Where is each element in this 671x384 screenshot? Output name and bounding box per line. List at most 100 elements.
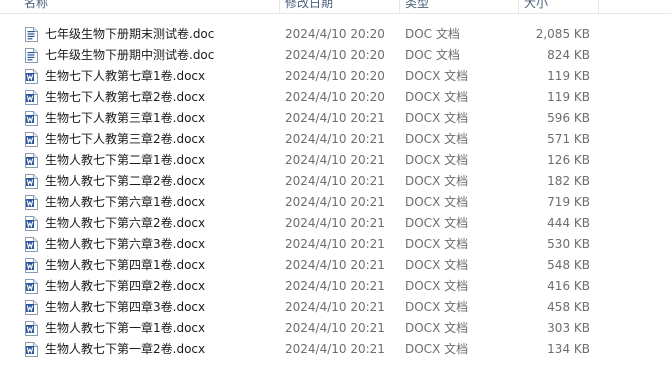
column-divider[interactable] xyxy=(518,0,519,13)
file-modified-date: 2024/4/10 20:21 xyxy=(285,237,385,251)
file-size: 2,085 KB xyxy=(535,27,590,41)
file-row[interactable]: 生物七下人教第七章1卷.docx 2024/4/10 20:20 DOCX 文档 11… xyxy=(0,66,671,87)
file-type: DOCX 文档 xyxy=(405,195,469,209)
word-document-icon xyxy=(25,321,38,336)
file-name: 生物七下人教第三章1卷.docx xyxy=(45,111,206,125)
file-name: 生物七下人教第三章2卷.docx xyxy=(45,132,206,146)
file-modified-date: 2024/4/10 20:21 xyxy=(285,216,385,230)
file-modified-date: 2024/4/10 20:21 xyxy=(285,153,385,167)
file-size: 719 KB xyxy=(547,195,590,209)
file-modified-date: 2024/4/10 20:21 xyxy=(285,342,385,356)
file-row[interactable]: 生物人教七下第四章2卷.docx 2024/4/10 20:21 DOCX 文档 41… xyxy=(0,276,671,297)
column-divider[interactable] xyxy=(399,0,400,13)
file-row[interactable]: 生物七下人教第七章2卷.docx 2024/4/10 20:20 DOCX 文档 11… xyxy=(0,87,671,108)
file-modified-date: 2024/4/10 20:20 xyxy=(285,90,385,104)
file-row[interactable]: 七年级生物下册期中测试卷.doc 2024/4/10 20:20 DOC 文档 824… xyxy=(0,45,671,66)
word-document-icon xyxy=(25,216,38,231)
file-row[interactable]: 生物人教七下第二章2卷.docx 2024/4/10 20:21 DOCX 文档 18… xyxy=(0,171,671,192)
file-row[interactable]: 生物人教七下第六章3卷.docx 2024/4/10 20:21 DOCX 文档 53… xyxy=(0,234,671,255)
file-row[interactable]: 生物人教七下第一章1卷.docx 2024/4/10 20:21 DOCX 文档 30… xyxy=(0,318,671,339)
file-modified-date: 2024/4/10 20:21 xyxy=(285,321,385,335)
file-type: DOCX 文档 xyxy=(405,111,469,125)
file-name: 生物人教七下第六章3卷.docx xyxy=(45,237,206,251)
file-size: 458 KB xyxy=(547,300,590,314)
file-list-view: 名称 修改日期 类型 大小 七年级生物下册期末测试卷.doc 2024/4/10 … xyxy=(0,0,671,384)
file-row[interactable]: 生物人教七下第四章3卷.docx 2024/4/10 20:21 DOCX 文档 45… xyxy=(0,297,671,318)
file-type: DOCX 文档 xyxy=(405,342,469,356)
file-name: 生物人教七下第六章2卷.docx xyxy=(45,216,206,230)
word-document-icon xyxy=(25,111,38,126)
file-modified-date: 2024/4/10 20:21 xyxy=(285,174,385,188)
column-divider[interactable] xyxy=(598,0,599,13)
word-document-icon xyxy=(25,279,38,294)
file-type: DOCX 文档 xyxy=(405,300,469,314)
file-row[interactable]: 生物人教七下第六章2卷.docx 2024/4/10 20:21 DOCX 文档 44… xyxy=(0,213,671,234)
file-modified-date: 2024/4/10 20:21 xyxy=(285,111,385,125)
word-document-icon xyxy=(25,27,38,42)
file-modified-date: 2024/4/10 20:21 xyxy=(285,279,385,293)
file-type: DOCX 文档 xyxy=(405,321,469,335)
file-size: 571 KB xyxy=(547,132,590,146)
file-size: 303 KB xyxy=(547,321,590,335)
file-name: 生物人教七下第六章1卷.docx xyxy=(45,195,206,209)
file-size: 596 KB xyxy=(547,111,590,125)
word-document-icon xyxy=(25,153,38,168)
file-name: 生物人教七下第二章1卷.docx xyxy=(45,153,206,167)
file-row[interactable]: 生物人教七下第一章2卷.docx 2024/4/10 20:21 DOCX 文档 13… xyxy=(0,339,671,360)
column-header: 名称 修改日期 类型 大小 xyxy=(0,0,671,14)
word-document-icon xyxy=(25,90,38,105)
file-rows: 七年级生物下册期末测试卷.doc 2024/4/10 20:20 DOC 文档 2,0… xyxy=(0,24,671,360)
file-modified-date: 2024/4/10 20:20 xyxy=(285,69,385,83)
file-type: DOCX 文档 xyxy=(405,153,469,167)
file-modified-date: 2024/4/10 20:21 xyxy=(285,300,385,314)
word-document-icon xyxy=(25,174,38,189)
word-document-icon xyxy=(25,195,38,210)
word-document-icon xyxy=(25,48,38,63)
file-size: 416 KB xyxy=(547,279,590,293)
file-name: 生物人教七下第一章2卷.docx xyxy=(45,342,206,356)
file-name: 七年级生物下册期中测试卷.doc xyxy=(45,48,215,62)
file-name: 生物七下人教第七章2卷.docx xyxy=(45,90,206,104)
column-header-size[interactable]: 大小 xyxy=(524,0,548,13)
file-type: DOCX 文档 xyxy=(405,90,469,104)
file-size: 182 KB xyxy=(547,174,590,188)
file-type: DOCX 文档 xyxy=(405,279,469,293)
word-document-icon xyxy=(25,342,38,357)
file-name: 生物人教七下第四章1卷.docx xyxy=(45,258,206,272)
file-size: 119 KB xyxy=(547,90,590,104)
word-document-icon xyxy=(25,237,38,252)
file-row[interactable]: 七年级生物下册期末测试卷.doc 2024/4/10 20:20 DOC 文档 2,0… xyxy=(0,24,671,45)
column-header-name[interactable]: 名称 xyxy=(24,0,48,13)
word-document-icon xyxy=(25,132,38,147)
file-modified-date: 2024/4/10 20:20 xyxy=(285,48,385,62)
file-modified-date: 2024/4/10 20:21 xyxy=(285,258,385,272)
file-name: 生物人教七下第四章3卷.docx xyxy=(45,300,206,314)
file-type: DOCX 文档 xyxy=(405,174,469,188)
file-modified-date: 2024/4/10 20:21 xyxy=(285,132,385,146)
file-size: 119 KB xyxy=(547,69,590,83)
file-modified-date: 2024/4/10 20:20 xyxy=(285,27,385,41)
file-size: 530 KB xyxy=(547,237,590,251)
word-document-icon xyxy=(25,258,38,273)
file-type: DOCX 文档 xyxy=(405,69,469,83)
file-type: DOC 文档 xyxy=(405,27,460,41)
column-header-date[interactable]: 修改日期 xyxy=(285,0,333,13)
file-size: 126 KB xyxy=(547,153,590,167)
column-header-type[interactable]: 类型 xyxy=(405,0,429,13)
column-divider[interactable] xyxy=(279,0,280,13)
file-row[interactable]: 生物人教七下第二章1卷.docx 2024/4/10 20:21 DOCX 文档 12… xyxy=(0,150,671,171)
file-row[interactable]: 生物人教七下第六章1卷.docx 2024/4/10 20:21 DOCX 文档 71… xyxy=(0,192,671,213)
file-type: DOCX 文档 xyxy=(405,216,469,230)
file-row[interactable]: 生物七下人教第三章2卷.docx 2024/4/10 20:21 DOCX 文档 57… xyxy=(0,129,671,150)
file-name: 生物人教七下第四章2卷.docx xyxy=(45,279,206,293)
file-row[interactable]: 生物人教七下第四章1卷.docx 2024/4/10 20:21 DOCX 文档 54… xyxy=(0,255,671,276)
file-size: 824 KB xyxy=(547,48,590,62)
file-type: DOCX 文档 xyxy=(405,132,469,146)
file-modified-date: 2024/4/10 20:21 xyxy=(285,195,385,209)
file-row[interactable]: 生物七下人教第三章1卷.docx 2024/4/10 20:21 DOCX 文档 59… xyxy=(0,108,671,129)
word-document-icon xyxy=(25,69,38,84)
file-name: 生物七下人教第七章1卷.docx xyxy=(45,69,206,83)
file-type: DOCX 文档 xyxy=(405,258,469,272)
file-size: 548 KB xyxy=(547,258,590,272)
file-size: 134 KB xyxy=(547,342,590,356)
